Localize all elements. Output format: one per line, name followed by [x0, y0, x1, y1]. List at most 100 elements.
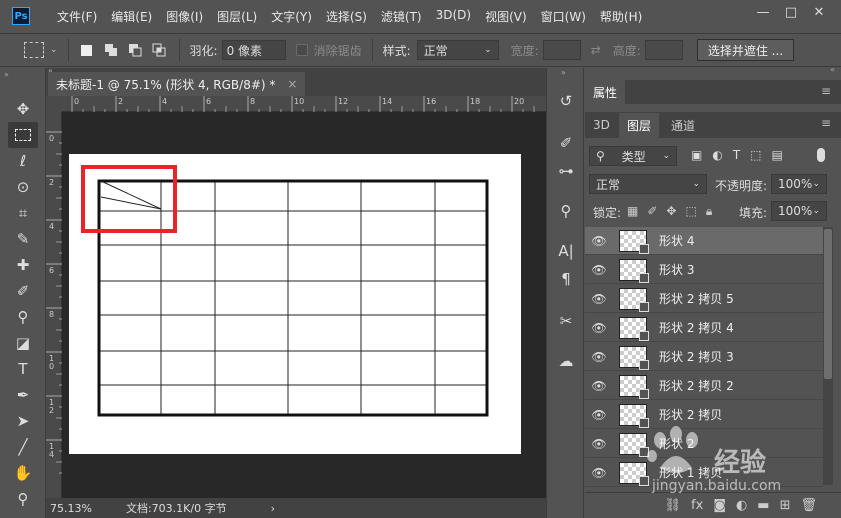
brush-settings-icon[interactable]: ✐	[555, 132, 577, 154]
visibility-eye-icon[interactable]: 👁︎	[585, 466, 613, 480]
marquee-tool-preset-icon[interactable]	[24, 42, 44, 58]
eyedropper-tool-icon[interactable]: ✎	[8, 226, 38, 252]
menu-filter[interactable]: 滤镜(T)	[374, 8, 429, 25]
height-input[interactable]	[644, 40, 683, 60]
smart-object-filter-icon[interactable]: ▤	[772, 148, 783, 162]
zoom-level[interactable]: 75.13%	[50, 502, 92, 515]
layer-row[interactable]: 👁︎ 形状 3	[585, 256, 823, 284]
brush-tool-icon[interactable]: ✐	[8, 278, 38, 304]
collapse-icon[interactable]: »	[4, 70, 9, 79]
new-group-icon[interactable]: ▬	[757, 498, 769, 513]
fx-icon[interactable]: fx	[691, 498, 703, 513]
layers-scrollbar-thumb[interactable]	[824, 229, 832, 379]
path-selection-tool-icon[interactable]: ➤	[8, 408, 38, 434]
feather-input[interactable]: 0 像素	[221, 40, 286, 60]
menu-layer[interactable]: 图层(L)	[210, 8, 264, 25]
menu-help[interactable]: 帮助(H)	[593, 8, 649, 25]
marquee-tool-icon[interactable]	[8, 122, 38, 148]
subtract-selection-icon[interactable]	[125, 40, 145, 60]
intersect-selection-icon[interactable]	[149, 40, 169, 60]
delete-layer-icon[interactable]: 🗑︎	[800, 498, 817, 513]
visibility-eye-icon[interactable]: 👁︎	[585, 234, 613, 248]
document-info[interactable]: 文档:703.1K/0 字节	[126, 500, 227, 516]
quick-selection-tool-icon[interactable]: ⊙	[8, 174, 38, 200]
paragraph-icon[interactable]: ¶	[555, 268, 577, 290]
width-input[interactable]	[542, 40, 581, 60]
line-tool-icon[interactable]: ╱	[8, 434, 38, 460]
visibility-eye-icon[interactable]: 👁︎	[585, 350, 613, 364]
visibility-eye-icon[interactable]: 👁︎	[585, 437, 613, 451]
panel-menu-icon[interactable]: ≡	[821, 84, 831, 98]
add-selection-icon[interactable]	[101, 40, 121, 60]
text-tool-icon[interactable]: T	[8, 356, 38, 382]
panel-menu-icon[interactable]: ≡	[821, 116, 831, 130]
crop-tool-icon[interactable]: ⌗	[8, 200, 38, 226]
antialias-checkbox[interactable]	[295, 44, 308, 56]
lock-artboard-icon[interactable]: ⬚	[685, 204, 696, 219]
layer-row[interactable]: 👁︎ 形状 4	[585, 227, 823, 255]
style-select[interactable]: 正常 ⌄	[416, 40, 499, 60]
visibility-eye-icon[interactable]: 👁︎	[585, 321, 613, 335]
status-menu-arrow[interactable]: ›	[271, 502, 275, 515]
layers-scrollbar[interactable]	[823, 227, 833, 485]
lock-pixels-icon[interactable]: ✐	[647, 204, 657, 219]
tab-layers[interactable]: 图层	[619, 113, 660, 138]
select-and-mask-button[interactable]: 选择并遮住 ...	[696, 39, 795, 61]
lock-position-icon[interactable]: ✥	[666, 204, 676, 219]
menu-edit[interactable]: 编辑(E)	[104, 8, 159, 25]
layer-row[interactable]: 👁︎ 形状 2	[585, 430, 823, 458]
tool-presets-icon[interactable]: ✂	[555, 310, 577, 332]
tab-channels[interactable]: 通道	[663, 113, 703, 137]
move-tool-icon[interactable]: ✥	[8, 96, 38, 122]
visibility-eye-icon[interactable]: 👁︎	[585, 263, 613, 277]
horizontal-ruler[interactable]: 0 2 4 6 8 10 12 14 16 18 20	[62, 96, 546, 112]
tab-properties[interactable]: 属性	[585, 80, 626, 104]
character-icon[interactable]: A|	[555, 240, 577, 262]
add-mask-icon[interactable]: ◙	[713, 498, 726, 513]
fill-input[interactable]: 100% ⌄	[771, 201, 827, 221]
menu-select[interactable]: 选择(S)	[319, 8, 374, 25]
layer-filter-select[interactable]: ⚲ 类型 ⌄	[589, 146, 677, 166]
close-tab-icon[interactable]: ×	[287, 77, 297, 91]
layer-row[interactable]: 👁︎ 形状 2 拷贝	[585, 401, 823, 429]
menu-window[interactable]: 窗口(W)	[534, 8, 593, 25]
maximize-button[interactable]: □	[777, 2, 805, 22]
vertical-ruler[interactable]: 02468101214	[46, 112, 62, 498]
layer-row[interactable]: 👁︎ 形状 2 拷贝 5	[585, 285, 823, 313]
menu-image[interactable]: 图像(I)	[159, 8, 210, 25]
adjustments-icon[interactable]: ⊶	[555, 160, 577, 182]
menu-3d[interactable]: 3D(D)	[429, 8, 478, 25]
collapse-icon[interactable]: «	[830, 65, 835, 74]
hand-tool-icon[interactable]: ✋	[8, 460, 38, 486]
layer-row[interactable]: 👁︎ 形状 2 拷贝 3	[585, 343, 823, 371]
visibility-eye-icon[interactable]: 👁︎	[585, 379, 613, 393]
tab-3d[interactable]: 3D	[585, 113, 618, 137]
link-layers-icon[interactable]: ⛓	[665, 498, 682, 513]
close-button[interactable]: ✕	[805, 2, 833, 22]
clone-source-icon[interactable]: ⚲	[555, 200, 577, 222]
pixel-filter-icon[interactable]: ▣	[691, 148, 702, 162]
zoom-tool-icon[interactable]: ⚲	[8, 486, 38, 512]
chevron-down-icon[interactable]: ⌄	[50, 45, 58, 55]
blend-mode-select[interactable]: 正常 ⌄	[589, 174, 707, 194]
history-icon[interactable]: ↺	[555, 90, 577, 112]
canvas-area[interactable]	[63, 113, 546, 498]
swap-icon[interactable]: ⇄	[591, 43, 601, 57]
pen-tool-icon[interactable]: ✒	[8, 382, 38, 408]
opacity-input[interactable]: 100% ⌄	[771, 174, 827, 194]
healing-brush-tool-icon[interactable]: ✚	[8, 252, 38, 278]
filter-toggle[interactable]	[817, 148, 825, 162]
lock-all-icon[interactable]: 🔒︎	[706, 204, 712, 219]
shape-filter-icon[interactable]: ⬚	[750, 148, 761, 162]
menu-type[interactable]: 文字(Y)	[264, 8, 319, 25]
visibility-eye-icon[interactable]: 👁︎	[585, 408, 613, 422]
type-filter-icon[interactable]: T	[733, 148, 740, 162]
menu-file[interactable]: 文件(F)	[50, 8, 104, 25]
layer-row[interactable]: 👁︎ 形状 2 拷贝 4	[585, 314, 823, 342]
lock-transparent-icon[interactable]: ▦	[627, 204, 638, 219]
adjustment-layer-icon[interactable]: ◐	[736, 498, 747, 513]
collapse-icon[interactable]: »	[561, 68, 566, 77]
lasso-tool-icon[interactable]: ℓ	[8, 148, 38, 174]
menu-view[interactable]: 视图(V)	[478, 8, 534, 25]
visibility-eye-icon[interactable]: 👁︎	[585, 292, 613, 306]
